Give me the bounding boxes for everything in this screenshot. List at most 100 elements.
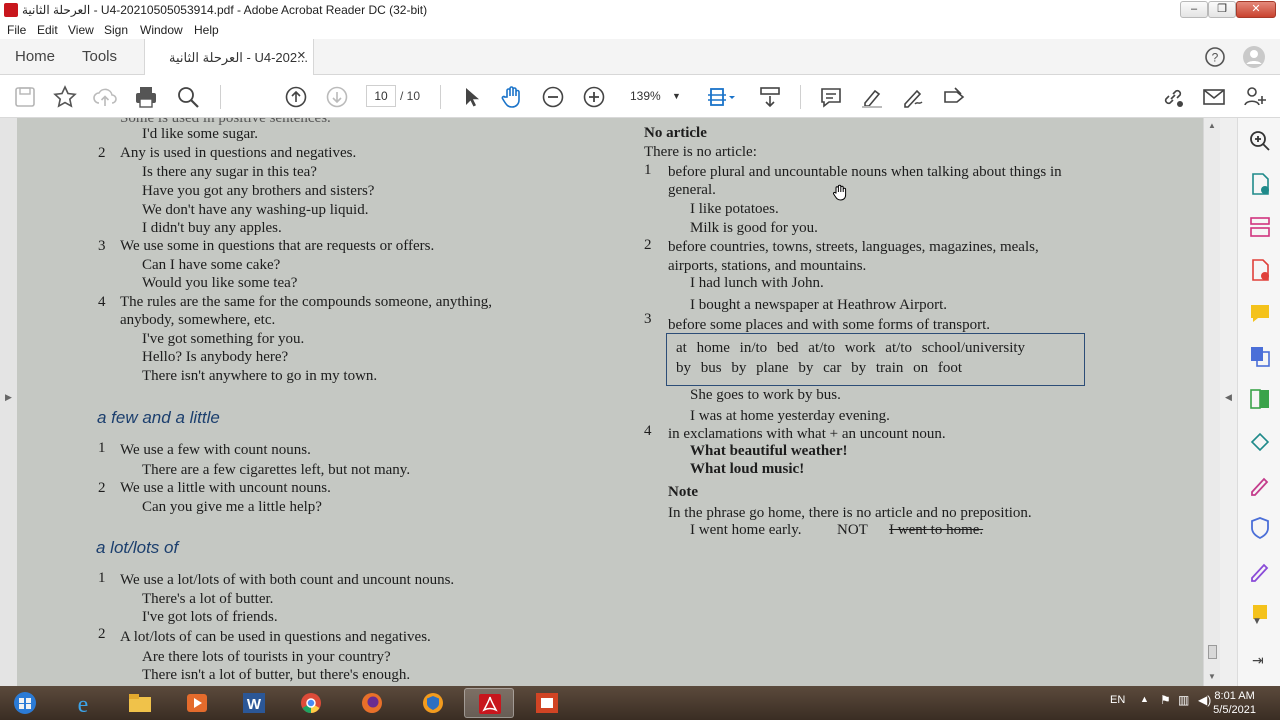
taskbar-firefox[interactable] xyxy=(347,688,397,718)
sign-tool-icon[interactable] xyxy=(1247,558,1273,584)
account-icon[interactable] xyxy=(1242,45,1266,69)
tab-document[interactable]: العرحلة الثانية - U4-202... × xyxy=(144,39,314,76)
highlight-icon[interactable] xyxy=(859,84,885,110)
add-user-icon[interactable] xyxy=(1242,84,1268,110)
protect-shield-icon[interactable] xyxy=(1247,515,1273,541)
zoom-out-icon[interactable] xyxy=(540,84,566,110)
text-line: Are there lots of tourists in your count… xyxy=(142,649,391,665)
network-icon[interactable]: ▥ xyxy=(1178,693,1189,707)
find-icon[interactable] xyxy=(175,84,201,110)
share-link-icon[interactable] xyxy=(1160,84,1186,110)
phrase-row: at home in/to bed at/to work at/to schoo… xyxy=(676,340,1026,356)
right-heading: No article xyxy=(644,125,707,141)
expand-left-pane-icon[interactable]: ▶ xyxy=(5,392,12,403)
taskbar-powerpoint[interactable] xyxy=(522,688,572,718)
text-line: What loud music! xyxy=(690,461,805,477)
print-icon[interactable] xyxy=(133,84,159,110)
menu-window[interactable]: Window xyxy=(140,23,183,37)
text-line: A lot/lots of can be used in questions a… xyxy=(120,629,431,645)
text-line: Any is used in questions and negatives. xyxy=(120,145,357,161)
menu-view[interactable]: View xyxy=(68,23,94,37)
text-line: She goes to work by bus. xyxy=(690,387,841,403)
fit-page-icon[interactable] xyxy=(705,84,739,110)
menu-file[interactable]: File xyxy=(7,23,26,37)
page-down-icon[interactable] xyxy=(324,84,350,110)
comment-icon[interactable] xyxy=(818,84,844,110)
right-pane-toggle-strip: ◀ xyxy=(1220,118,1237,686)
save-icon[interactable] xyxy=(12,84,38,110)
show-hidden-icons-icon[interactable]: ▲ xyxy=(1140,694,1149,704)
text-line: We use some in questions that are reques… xyxy=(120,238,435,254)
menu-help[interactable]: Help xyxy=(194,23,219,37)
maximize-button[interactable]: ❐ xyxy=(1208,1,1236,18)
scroll-down-icon[interactable]: ▼ xyxy=(1208,672,1216,681)
hand-icon[interactable] xyxy=(499,84,525,110)
volume-icon[interactable]: ◀) xyxy=(1198,693,1211,707)
hand-cursor-icon xyxy=(832,184,847,201)
item-number: 2 xyxy=(98,480,106,496)
pane-scroll-down-icon[interactable]: ▼ xyxy=(1252,616,1262,627)
fill-sign-icon[interactable] xyxy=(941,84,967,110)
scroll-thumb[interactable] xyxy=(1208,645,1217,659)
collapse-pane-icon[interactable]: ⇥ xyxy=(1252,652,1264,669)
system-tray: EN ▲ ⚑ ▥ ◀) 8:01 AM 5/5/2021 xyxy=(1050,686,1280,720)
menu-bar: File Edit View Sign Window Help xyxy=(0,21,1280,39)
page-up-icon[interactable] xyxy=(283,84,309,110)
taskbar-security-app[interactable] xyxy=(408,688,458,718)
upload-cloud-icon[interactable] xyxy=(92,84,118,110)
zoom-in-icon[interactable] xyxy=(581,84,607,110)
taskbar-word[interactable]: W xyxy=(229,688,279,718)
vertical-scrollbar[interactable]: ▲ ▼ xyxy=(1203,118,1220,686)
flag-icon[interactable]: ⚑ xyxy=(1160,693,1171,707)
text-line: The rules are the same for the compounds… xyxy=(120,294,492,310)
text-line: I went home early. xyxy=(690,522,802,538)
item-number: 1 xyxy=(644,162,652,178)
fill-and-sign-icon[interactable] xyxy=(1247,472,1273,498)
text-line: There isn't anywhere to go in my town. xyxy=(142,368,378,384)
organize-pages-icon[interactable] xyxy=(1247,214,1273,240)
start-button[interactable] xyxy=(0,688,46,718)
taskbar-file-explorer[interactable] xyxy=(115,688,165,718)
combine-files-icon[interactable] xyxy=(1247,343,1273,369)
scroll-up-icon[interactable]: ▲ xyxy=(1208,121,1216,130)
minimize-button[interactable]: – xyxy=(1180,1,1208,18)
scroll-mode-icon[interactable] xyxy=(757,84,783,110)
taskbar-acrobat-reader[interactable] xyxy=(464,688,514,718)
zoom-select[interactable]: 139% ▼ xyxy=(622,85,688,107)
create-pdf-icon[interactable] xyxy=(1247,257,1273,283)
text-line: I bought a newspaper at Heathrow Airport… xyxy=(690,297,948,313)
edit-pdf-icon[interactable] xyxy=(1247,429,1273,455)
menu-edit[interactable]: Edit xyxy=(37,23,58,37)
bookmark-star-icon[interactable] xyxy=(52,84,78,110)
document-tab-label: العرحلة الثانية - U4-202... xyxy=(169,50,308,65)
select-cursor-icon[interactable] xyxy=(458,84,484,110)
sign-icon[interactable] xyxy=(900,84,926,110)
language-indicator[interactable]: EN xyxy=(1110,694,1125,706)
taskbar-chrome[interactable] xyxy=(286,688,336,718)
collapse-right-pane-icon[interactable]: ◀ xyxy=(1225,392,1232,403)
note-heading: Note xyxy=(668,484,698,500)
menu-sign[interactable]: Sign xyxy=(104,23,128,37)
email-icon[interactable] xyxy=(1201,84,1227,110)
item-number: 4 xyxy=(644,423,652,439)
zoom-tool-icon[interactable] xyxy=(1247,128,1273,154)
help-icon[interactable]: ? xyxy=(1204,46,1226,68)
close-window-button[interactable]: ✕ xyxy=(1236,1,1276,18)
clock[interactable]: 8:01 AM 5/5/2021 xyxy=(1213,689,1256,717)
comment-tool-icon[interactable] xyxy=(1247,300,1273,326)
compare-files-icon[interactable] xyxy=(1247,386,1273,412)
page-number-input[interactable]: 10 xyxy=(366,85,396,107)
chevron-down-icon: ▼ xyxy=(672,91,681,101)
text-line: I've got lots of friends. xyxy=(142,609,278,625)
title-bar: العرحلة الثانية - U4-20210505053914.pdf … xyxy=(0,0,1280,21)
taskbar-internet-explorer[interactable]: e xyxy=(58,688,108,718)
close-tab-icon[interactable]: × xyxy=(297,47,306,64)
taskbar-media-player[interactable] xyxy=(172,688,222,718)
item-number: 1 xyxy=(98,440,106,456)
tab-home[interactable]: Home xyxy=(15,48,55,65)
export-pdf-icon[interactable] xyxy=(1247,171,1273,197)
document-viewport[interactable]: Some is used in positive sentences. I'd … xyxy=(17,118,1203,686)
tab-tools[interactable]: Tools xyxy=(82,48,117,65)
item-number: 3 xyxy=(644,311,652,327)
text-line: airports, stations, and mountains. xyxy=(668,258,867,274)
